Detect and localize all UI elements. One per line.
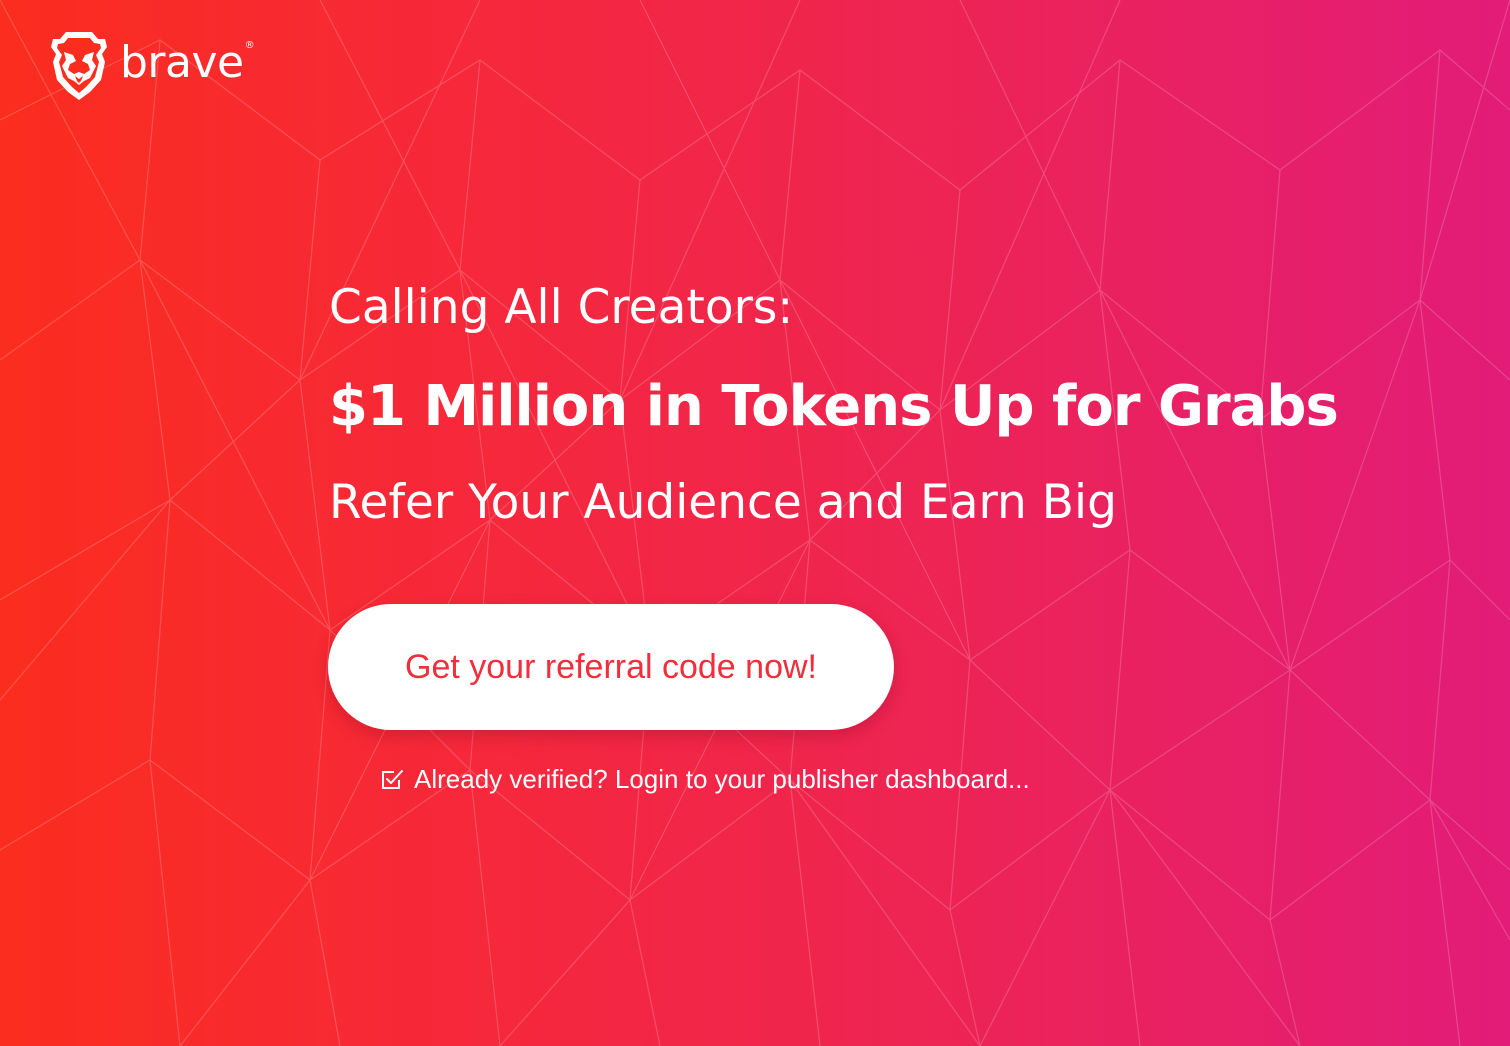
checkbox-checked-icon <box>380 768 404 792</box>
publisher-login-link[interactable]: Already verified? Login to your publishe… <box>380 764 1030 795</box>
hero-section: Calling All Creators: $1 Million in Toke… <box>329 278 1449 533</box>
registered-mark: ® <box>244 40 255 51</box>
brave-logo[interactable]: brave® <box>50 30 255 104</box>
hero-tagline: Refer Your Audience and Earn Big <box>329 475 1117 530</box>
get-referral-code-button[interactable]: Get your referral code now! <box>328 604 894 730</box>
brave-lion-icon <box>50 30 108 104</box>
publisher-login-label: Already verified? Login to your publishe… <box>414 764 1030 794</box>
hero-headline: $1 Million in Tokens Up for Grabs <box>329 374 1339 439</box>
brand-name: brave® <box>120 37 255 88</box>
hero-subtitle: Calling All Creators: <box>329 280 794 335</box>
